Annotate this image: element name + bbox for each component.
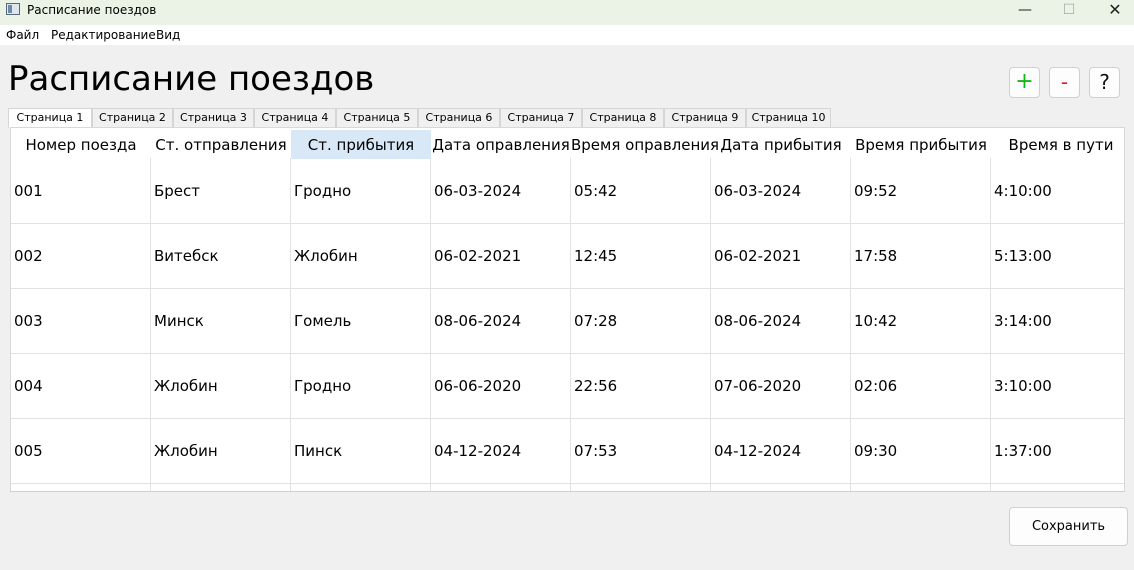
tab-page-3[interactable]: Страница 3 xyxy=(173,108,254,127)
schedule-table: Номер поезда Ст. отправления Ст. прибыти… xyxy=(10,127,1125,492)
save-button[interactable]: Сохранить xyxy=(1009,507,1128,546)
menu-file[interactable]: Файл xyxy=(6,28,39,43)
remove-row-button[interactable]: - xyxy=(1049,67,1080,98)
minimize-button[interactable]: — xyxy=(1002,0,1048,22)
table-cell[interactable]: 10:42 xyxy=(851,289,991,354)
table-cell[interactable]: 003 xyxy=(11,289,151,354)
table-cell[interactable]: 08-06-2024 xyxy=(431,289,571,354)
table-cell[interactable]: 04-12-2024 xyxy=(711,419,851,484)
table-cell[interactable]: 06-06-2020 xyxy=(431,354,571,419)
table-cell[interactable]: 001 xyxy=(11,159,151,224)
table-cell[interactable]: 09:30 xyxy=(851,419,991,484)
tab-page-5[interactable]: Страница 5 xyxy=(336,108,418,127)
table-cell[interactable]: 02:06 xyxy=(851,354,991,419)
table-cell[interactable]: 3:14:00 xyxy=(991,289,1124,354)
table-cell[interactable]: 3:10:00 xyxy=(991,354,1124,419)
table-cell[interactable]: Гомель xyxy=(291,289,431,354)
table-cell[interactable]: 22:56 xyxy=(571,354,711,419)
tab-page-7[interactable]: Страница 7 xyxy=(500,108,582,127)
table-cell[interactable]: Жлобин xyxy=(291,224,431,289)
table-cell[interactable]: 06-02-2021 xyxy=(711,224,851,289)
table-cell[interactable]: 5:13:00 xyxy=(991,224,1124,289)
table-cell[interactable]: Гродно xyxy=(291,159,431,224)
tab-page-8[interactable]: Страница 8 xyxy=(582,108,664,127)
tab-page-4[interactable]: Страница 4 xyxy=(254,108,336,127)
table-cell[interactable]: 09:52 xyxy=(851,159,991,224)
table-cell[interactable]: 004 xyxy=(11,354,151,419)
menu-edit[interactable]: Редактирование xyxy=(51,28,156,43)
table-cell[interactable]: 4:10:00 xyxy=(991,159,1124,224)
table-cell[interactable]: 07-06-2020 xyxy=(711,354,851,419)
table-cell[interactable]: 07:53 xyxy=(571,419,711,484)
table-cell[interactable]: 04-12-2024 xyxy=(431,419,571,484)
column-header-arrival-date[interactable]: Дата прибытия xyxy=(711,130,851,159)
table-cell[interactable]: 17:58 xyxy=(851,224,991,289)
page-title: Расписание поездов xyxy=(8,59,375,99)
column-header-arrival-station[interactable]: Ст. прибытия xyxy=(291,130,431,159)
table-cell[interactable]: 07:28 xyxy=(571,289,711,354)
column-header-travel-time[interactable]: Время в пути xyxy=(991,130,1124,159)
table-cell[interactable]: Брест xyxy=(151,159,291,224)
table-cell[interactable]: Минск xyxy=(151,289,291,354)
tab-page-10[interactable]: Страница 10 xyxy=(746,108,831,127)
menu-view[interactable]: Вид xyxy=(156,28,180,43)
table-cell[interactable]: 06-02-2021 xyxy=(431,224,571,289)
close-button[interactable]: ✕ xyxy=(1092,0,1134,22)
title-bar: Расписание поездов — ☐ ✕ xyxy=(0,0,1134,25)
table-cell[interactable]: 002 xyxy=(11,224,151,289)
column-header-departure-station[interactable]: Ст. отправления xyxy=(151,130,291,159)
table-cell[interactable]: Пинск xyxy=(291,419,431,484)
table-cell[interactable]: 05:42 xyxy=(571,159,711,224)
table-cell[interactable]: Гродно xyxy=(291,354,431,419)
table-cell[interactable]: 005 xyxy=(11,419,151,484)
column-header-departure-time[interactable]: Время оправления xyxy=(571,130,719,159)
table-cell[interactable]: 08-06-2024 xyxy=(711,289,851,354)
table-cell[interactable]: 06-03-2024 xyxy=(431,159,571,224)
column-header-arrival-time[interactable]: Время прибытия xyxy=(851,130,991,159)
maximize-button[interactable]: ☐ xyxy=(1046,0,1092,22)
add-row-button[interactable]: + xyxy=(1009,67,1040,98)
table-cell[interactable]: 1:37:00 xyxy=(991,419,1124,484)
app-icon xyxy=(6,3,20,15)
tab-page-2[interactable]: Страница 2 xyxy=(92,108,173,127)
table-cell[interactable]: Жлобин xyxy=(151,419,291,484)
column-header-departure-date[interactable]: Дата оправления xyxy=(431,130,571,159)
help-button[interactable]: ? xyxy=(1089,67,1120,98)
table-cell[interactable]: 06-03-2024 xyxy=(711,159,851,224)
table-cell[interactable]: 12:45 xyxy=(571,224,711,289)
table-cell[interactable]: Витебск xyxy=(151,224,291,289)
table-bottom-divider xyxy=(10,491,1125,492)
tab-page-1[interactable]: Страница 1 xyxy=(8,108,92,128)
window-title: Расписание поездов xyxy=(27,3,157,17)
column-header-train-number[interactable]: Номер поезда xyxy=(11,130,151,159)
tab-page-9[interactable]: Страница 9 xyxy=(664,108,746,127)
tab-page-6[interactable]: Страница 6 xyxy=(418,108,500,127)
table-cell[interactable]: Жлобин xyxy=(151,354,291,419)
menu-bar: Файл Редактирование Вид xyxy=(0,25,1134,45)
